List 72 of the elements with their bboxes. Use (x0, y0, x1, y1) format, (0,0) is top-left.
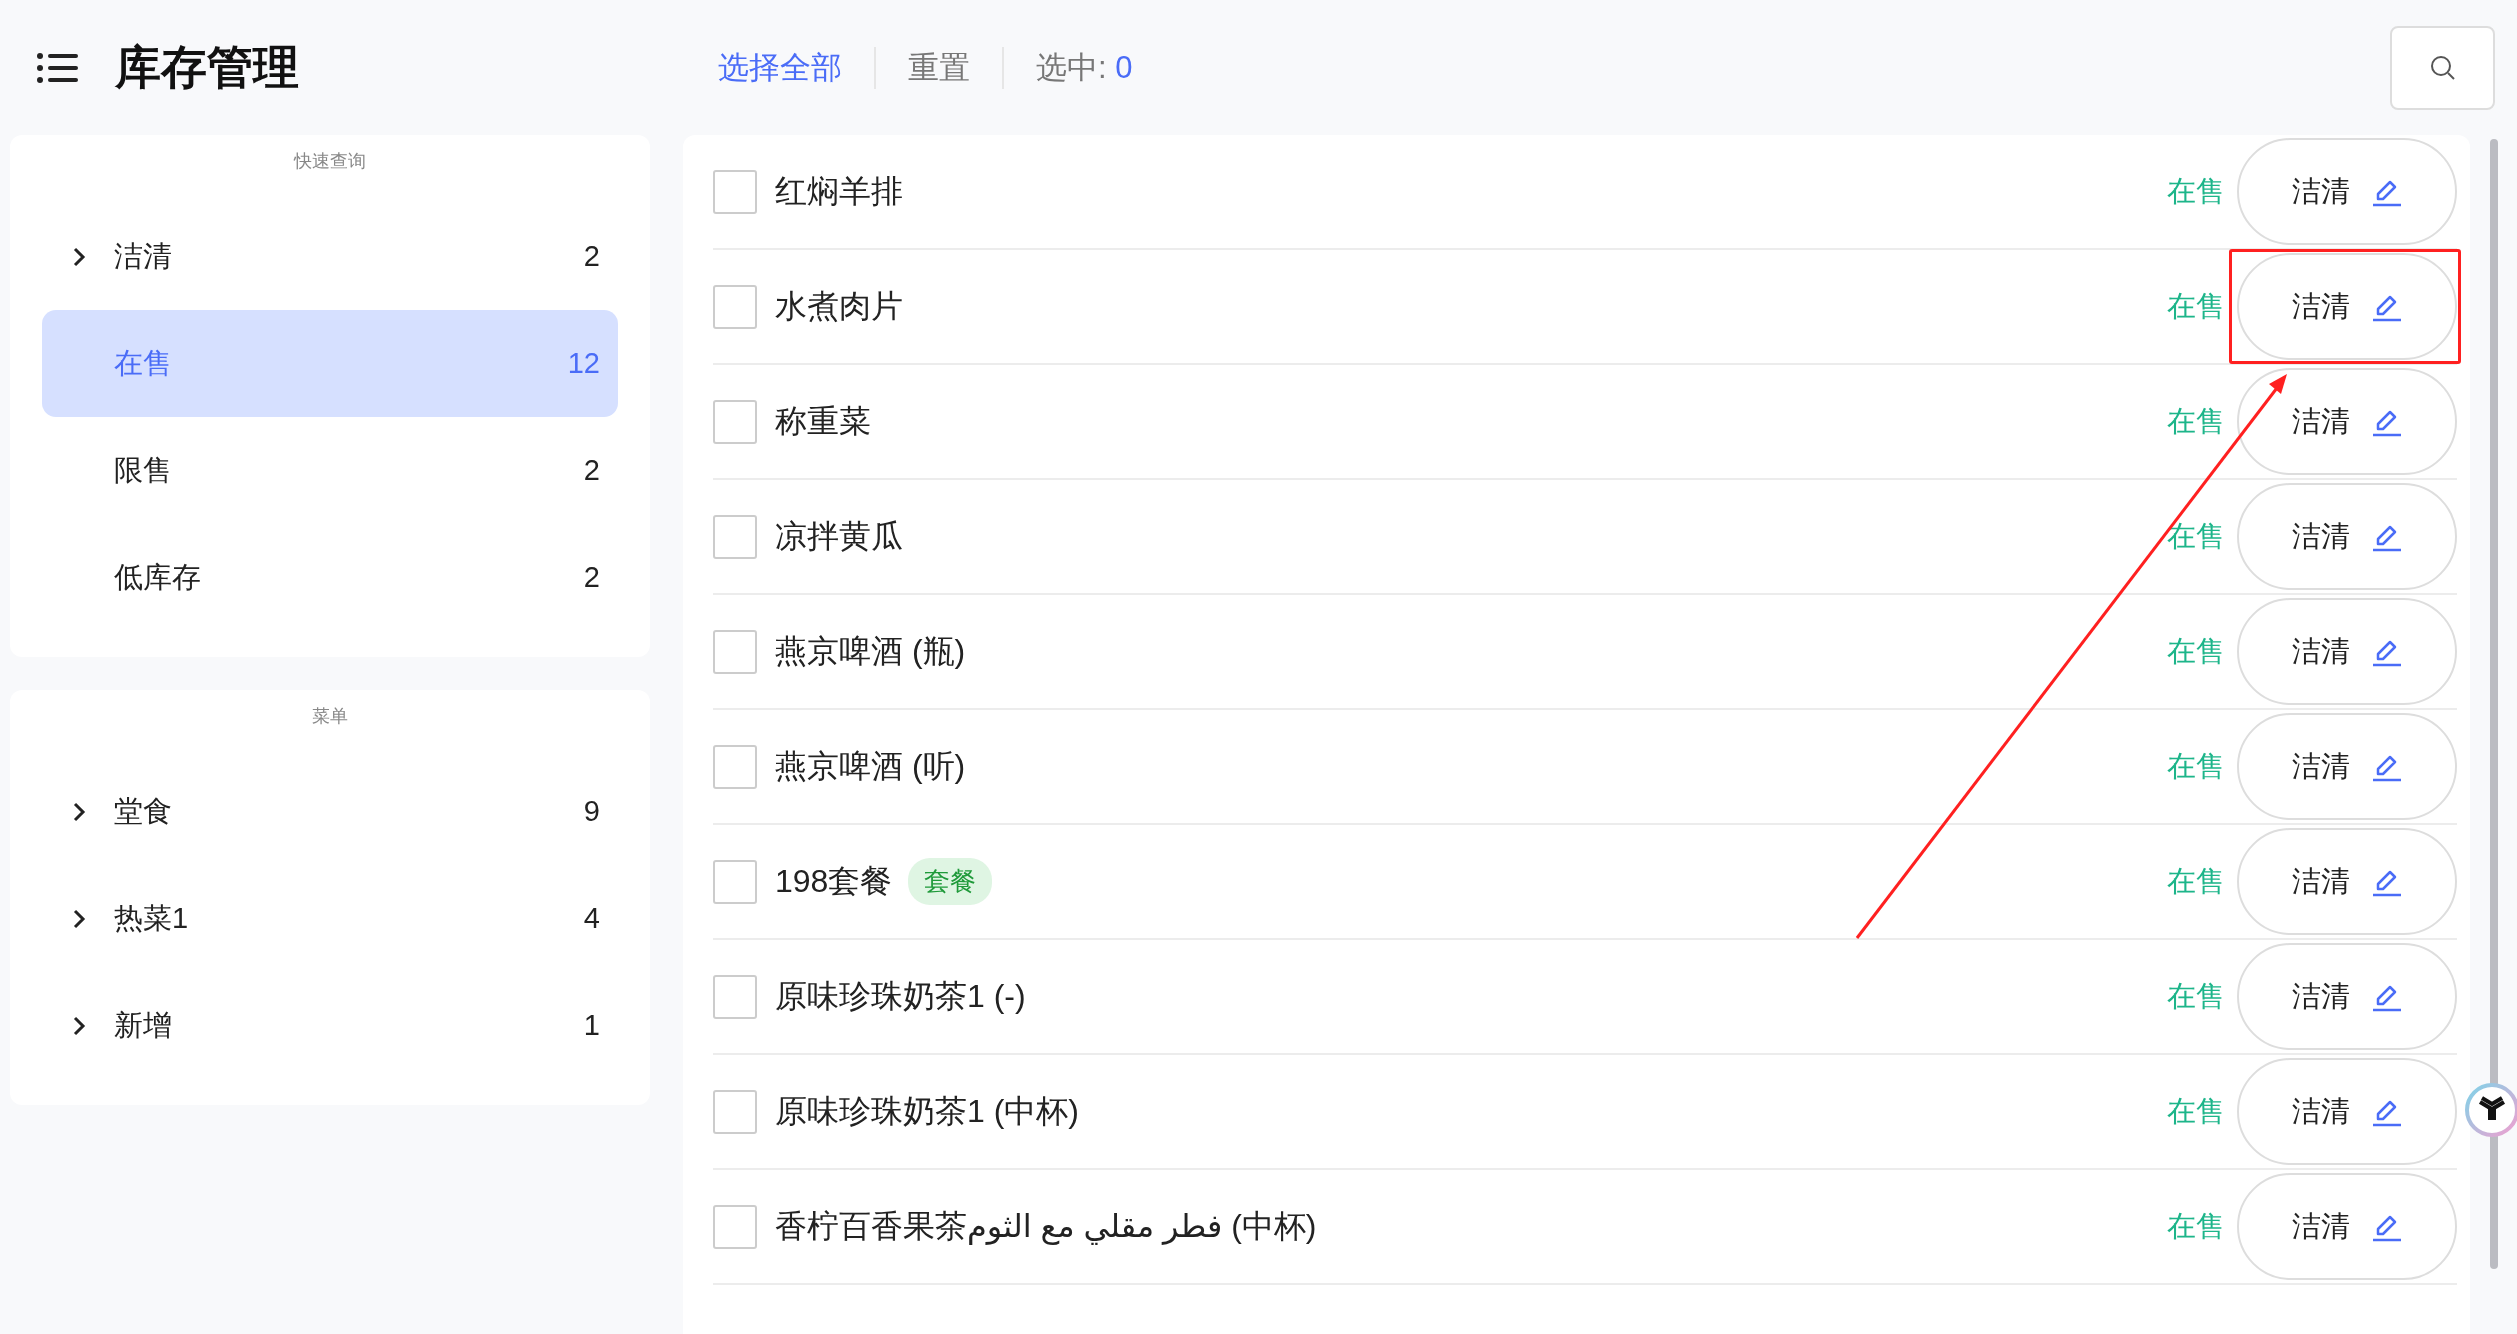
item-name: 燕京啤酒 (听) (775, 746, 966, 786)
item-count: 4 (583, 902, 600, 935)
checkbox[interactable] (713, 974, 757, 1019)
item-name: 燕京啤酒 (瓶) (775, 631, 966, 671)
checkbox[interactable] (713, 169, 757, 214)
item-label: 在售 (114, 345, 173, 381)
item-count: 2 (583, 561, 600, 594)
search-icon (2428, 53, 2457, 82)
item-label: 堂食 (114, 793, 173, 829)
checkbox[interactable] (713, 859, 757, 904)
clear-button[interactable]: 洁清 (2237, 138, 2457, 245)
clear-button[interactable]: 洁清 (2237, 1173, 2457, 1280)
select-all-link[interactable]: 选择全部 (718, 46, 876, 89)
item-count: 1 (583, 1009, 600, 1042)
status-text: 在售 (2167, 1208, 2225, 1244)
clear-button[interactable]: 洁清 (2237, 483, 2457, 590)
status-text: 在售 (2167, 288, 2225, 324)
checkbox[interactable] (713, 744, 757, 789)
item-label: 热菜1 (114, 900, 190, 936)
checkbox[interactable] (713, 629, 757, 674)
item-name: 香柠百香果茶فطر مقلي مع الثوم (中杯) (775, 1206, 1317, 1247)
item-name: 称重菜 (775, 401, 871, 441)
sidebar-item[interactable]: 堂食 9 (42, 758, 618, 865)
checkbox[interactable] (713, 514, 757, 559)
item-count: 2 (583, 240, 600, 273)
status-text: 在售 (2167, 748, 2225, 784)
item-name: 凉拌黄瓜 (775, 516, 903, 556)
item-name: 原味珍珠奶茶1 (中杯) (775, 1091, 1079, 1131)
combo-tag: 套餐 (908, 858, 993, 905)
sidebar-item[interactable]: 限售 2 (42, 417, 618, 524)
clear-button[interactable]: 洁清 (2237, 1058, 2457, 1165)
menu-icon[interactable] (37, 52, 79, 83)
clear-button[interactable]: 洁清 (2237, 828, 2457, 935)
status-text: 在售 (2167, 403, 2225, 439)
clear-button[interactable]: 洁清 (2237, 598, 2457, 705)
clear-button[interactable]: 洁清 (2237, 253, 2457, 360)
item-label: 限售 (114, 452, 173, 488)
sidebar-item[interactable]: 新增 1 (42, 972, 618, 1079)
item-label: 洁清 (114, 238, 173, 274)
status-text: 在售 (2167, 518, 2225, 554)
status-text: 在售 (2167, 863, 2225, 899)
checkbox[interactable] (713, 399, 757, 444)
assistant-icon[interactable] (2464, 1082, 2517, 1138)
item-label: 低库存 (114, 559, 202, 595)
clear-button[interactable]: 洁清 (2237, 943, 2457, 1050)
item-label: 新增 (114, 1007, 173, 1043)
checkbox[interactable] (713, 1089, 757, 1134)
status-text: 在售 (2167, 633, 2225, 669)
checkbox[interactable] (713, 1204, 757, 1249)
sidebar-item[interactable]: 洁清 2 (42, 203, 618, 310)
item-count: 2 (583, 454, 600, 487)
scrollbar[interactable] (2489, 139, 2498, 1269)
section-title: 快速查询 (292, 150, 367, 173)
item-name: 红焖羊排 (775, 171, 903, 211)
item-name: 198套餐 (775, 861, 893, 901)
item-count: 12 (567, 347, 600, 380)
sidebar-item[interactable]: 热菜1 4 (42, 865, 618, 972)
item-name: 水煮肉片 (775, 286, 903, 326)
clear-button[interactable]: 洁清 (2237, 713, 2457, 820)
reset-link[interactable]: 重置 (876, 46, 1004, 89)
clear-button[interactable]: 洁清 (2237, 368, 2457, 475)
page-title: 库存管理 (115, 39, 299, 95)
status-text: 在售 (2167, 978, 2225, 1014)
checkbox[interactable] (713, 284, 757, 329)
search-button[interactable] (2390, 25, 2495, 110)
section-title: 菜单 (311, 705, 349, 728)
selected-count: 选中: 0 (1035, 48, 1133, 87)
item-count: 9 (583, 795, 600, 828)
sidebar-item[interactable]: 低库存 2 (42, 524, 618, 631)
status-text: 在售 (2167, 1093, 2225, 1129)
status-text: 在售 (2167, 173, 2225, 209)
item-name: 原味珍珠奶茶1 (-) (775, 976, 1026, 1016)
